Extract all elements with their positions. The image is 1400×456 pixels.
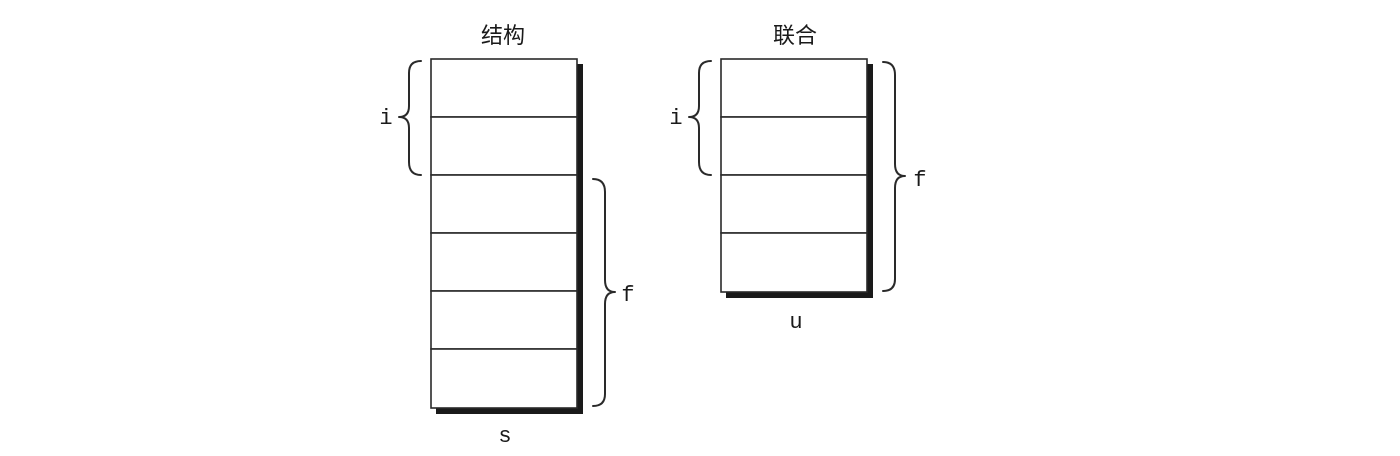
struct-i-brace — [398, 60, 422, 176]
struct-cell-2 — [430, 116, 578, 176]
struct-memory-cells — [430, 58, 578, 409]
struct-cell-3 — [430, 174, 578, 234]
struct-variable-label: s — [498, 424, 511, 449]
struct-i-label: i — [379, 106, 392, 131]
struct-f-label: f — [621, 283, 634, 308]
union-cell-2 — [720, 116, 868, 176]
union-cell-3 — [720, 174, 868, 234]
union-f-brace — [882, 61, 906, 292]
struct-cell-5 — [430, 290, 578, 350]
union-cell-1 — [720, 58, 868, 118]
struct-cell-6 — [430, 348, 578, 409]
union-memory-cells — [720, 58, 868, 293]
union-i-label: i — [669, 106, 682, 131]
union-title: 联合 — [773, 24, 817, 49]
struct-group: 结构 i f s — [379, 24, 634, 449]
struct-f-brace — [592, 178, 616, 407]
union-group: 联合 i f u — [669, 24, 926, 335]
union-f-label: f — [913, 168, 926, 193]
struct-cell-1 — [430, 58, 578, 118]
union-i-brace — [688, 60, 712, 176]
struct-title: 结构 — [481, 24, 525, 49]
struct-cell-4 — [430, 232, 578, 292]
memory-layout-diagram: 结构 i f s 联合 i f u — [379, 24, 926, 449]
union-cell-4 — [720, 232, 868, 293]
union-variable-label: u — [789, 310, 802, 335]
